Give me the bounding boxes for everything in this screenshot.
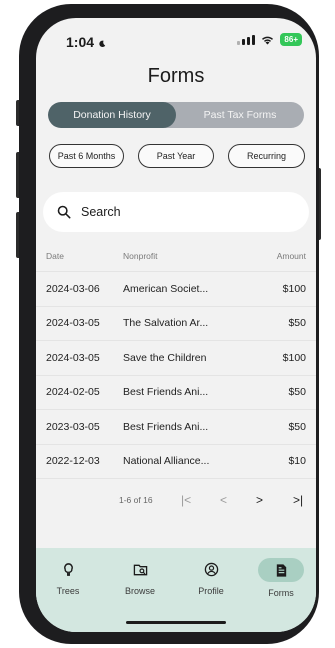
donation-table: Date Nonprofit Amount 2024-03-06 America… — [36, 240, 316, 479]
moon-icon — [99, 40, 106, 48]
table-row[interactable]: 2024-03-05 The Salvation Ar... $50 — [36, 307, 316, 341]
last-page-button[interactable]: >| — [293, 493, 303, 507]
nav-forms[interactable]: Forms — [251, 558, 311, 598]
header-date: Date — [46, 250, 64, 261]
pagination-range: 1-6 of 16 — [119, 495, 153, 505]
nav-label-forms: Forms — [268, 588, 294, 598]
header-nonprofit: Nonprofit — [123, 250, 158, 261]
nav-profile[interactable]: Profile — [181, 558, 241, 596]
home-indicator — [126, 621, 226, 624]
cell-nonprofit: Best Friends Ani... — [123, 386, 209, 399]
cell-date: 2022-12-03 — [46, 455, 100, 468]
cell-nonprofit: Save the Children — [123, 351, 207, 364]
forms-icon — [258, 558, 304, 582]
cell-amount: $50 — [288, 386, 306, 399]
table-row[interactable]: 2023-03-05 Best Friends Ani... $50 — [36, 410, 316, 445]
table-row[interactable]: 2022-12-03 National Alliance... $10 — [36, 445, 316, 479]
nav-label-profile: Profile — [198, 586, 224, 596]
prev-page-button[interactable]: < — [220, 493, 227, 507]
filter-recurring[interactable]: Recurring — [228, 144, 305, 168]
filter-chips: Past 6 Months Past Year Recurring — [49, 144, 305, 168]
cell-amount: $100 — [282, 282, 306, 295]
segmented-control: Donation History Past Tax Forms — [48, 102, 304, 128]
cell-amount: $100 — [282, 351, 306, 364]
pagination: 1-6 of 16 |< < > >| — [36, 488, 316, 512]
filter-past-year[interactable]: Past Year — [138, 144, 214, 168]
search-icon — [57, 205, 71, 219]
status-bar: 1:04 86+ — [36, 18, 316, 62]
segment-past-tax-forms[interactable]: Past Tax Forms — [176, 102, 304, 128]
status-time: 1:04 — [66, 34, 106, 50]
next-page-button[interactable]: > — [256, 493, 263, 507]
table-row[interactable]: 2024-02-05 Best Friends Ani... $50 — [36, 376, 316, 410]
segment-donation-history[interactable]: Donation History — [48, 102, 176, 128]
cell-date: 2024-03-05 — [46, 351, 100, 364]
browse-icon — [127, 558, 153, 580]
cell-nonprofit: The Salvation Ar... — [123, 317, 209, 330]
nav-trees[interactable]: Trees — [38, 558, 98, 596]
nav-label-browse: Browse — [124, 586, 155, 596]
cell-amount: $50 — [288, 317, 306, 330]
nav-label-trees: Trees — [56, 586, 80, 596]
header-amount: Amount — [276, 250, 306, 261]
search-input[interactable]: Search — [43, 192, 309, 232]
nav-browse[interactable]: Browse — [110, 558, 170, 596]
cell-date: 2024-02-05 — [46, 386, 100, 399]
table-row[interactable]: 2024-03-05 Save the Children $100 — [36, 341, 316, 376]
filter-past-6-months[interactable]: Past 6 Months — [49, 144, 124, 168]
first-page-button[interactable]: |< — [181, 493, 191, 507]
cell-nonprofit: American Societ... — [123, 282, 209, 295]
table-header: Date Nonprofit Amount — [36, 240, 316, 272]
status-indicators: 86+ — [237, 33, 302, 46]
tree-icon — [55, 558, 81, 580]
cell-date: 2023-03-05 — [46, 420, 100, 433]
app-screen: 1:04 86+ Forms Donation History Past Tax… — [36, 18, 316, 632]
cell-date: 2024-03-05 — [46, 317, 100, 330]
profile-icon — [198, 558, 224, 580]
cell-amount: $50 — [288, 420, 306, 433]
wifi-icon — [262, 36, 274, 44]
cell-nonprofit: Best Friends Ani... — [123, 420, 209, 433]
page-title: Forms — [147, 65, 205, 87]
cell-amount: $10 — [288, 455, 306, 468]
cell-date: 2024-03-06 — [46, 282, 100, 295]
cell-nonprofit: National Alliance... — [123, 455, 210, 468]
battery-indicator: 86+ — [280, 33, 302, 46]
bottom-nav: Trees Browse Profile Forms — [36, 548, 316, 632]
search-placeholder: Search — [81, 205, 121, 219]
signal-icon — [237, 34, 256, 45]
table-row[interactable]: 2024-03-06 American Societ... $100 — [36, 272, 316, 307]
